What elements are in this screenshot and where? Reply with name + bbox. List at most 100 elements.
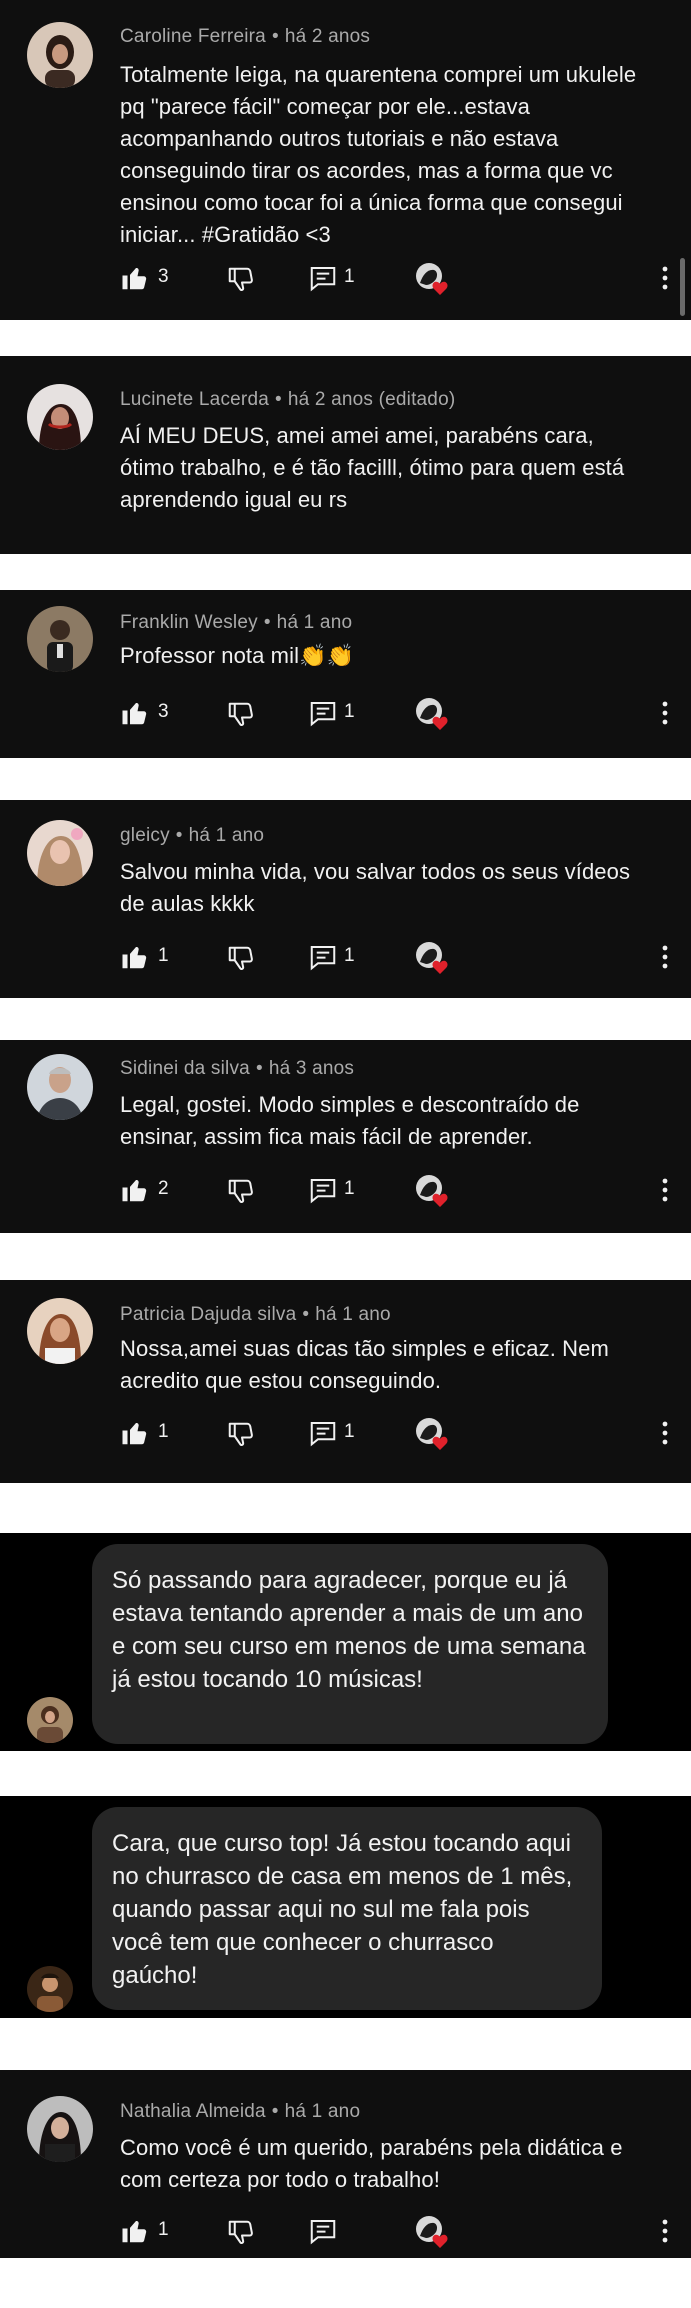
message-text: Só passando para agradecer, porque eu já… bbox=[112, 1567, 586, 1693]
creator-heart-icon bbox=[414, 696, 450, 732]
separator-dot: • bbox=[274, 389, 282, 410]
like-count: 1 bbox=[158, 1421, 169, 1442]
reply-count: 1 bbox=[344, 1178, 355, 1199]
thumbs-up-icon[interactable] bbox=[120, 1418, 150, 1448]
comment-time[interactable]: há 1 ano bbox=[315, 1304, 391, 1325]
reply-count: 1 bbox=[344, 945, 355, 966]
comment-actions: 2 1 bbox=[120, 1175, 680, 1211]
thumbs-up-icon[interactable] bbox=[120, 942, 150, 972]
thumbs-down-icon[interactable] bbox=[226, 1420, 256, 1450]
author-name[interactable]: Patricia Dajuda silva bbox=[120, 1304, 296, 1325]
message-card: Só passando para agradecer, porque eu já… bbox=[0, 1533, 691, 1751]
comment-meta: Franklin Wesley • há 1 ano bbox=[120, 612, 352, 634]
reply-icon[interactable] bbox=[308, 2216, 338, 2246]
comment-actions: 1 1 bbox=[120, 1418, 680, 1454]
comment-actions: 1 bbox=[120, 2216, 680, 2252]
like-count: 3 bbox=[158, 701, 169, 722]
author-name[interactable]: gleicy bbox=[120, 825, 170, 846]
thumbs-up-icon[interactable] bbox=[120, 2216, 150, 2246]
comment-meta: Caroline Ferreira • há 2 anos bbox=[120, 26, 370, 48]
comment-meta: Patricia Dajuda silva • há 1 ano bbox=[120, 1304, 391, 1326]
like-count: 1 bbox=[158, 945, 169, 966]
more-vertical-icon[interactable] bbox=[650, 1418, 670, 1448]
avatar[interactable] bbox=[27, 22, 93, 88]
comment-meta: Sidinei da silva • há 3 anos bbox=[120, 1058, 354, 1080]
author-name[interactable]: Sidinei da silva bbox=[120, 1058, 250, 1079]
comment-text: Salvou minha vida, vou salvar todos os s… bbox=[120, 859, 631, 916]
message-bubble: Só passando para agradecer, porque eu já… bbox=[92, 1544, 608, 1744]
avatar[interactable] bbox=[27, 606, 93, 672]
comment-actions: 3 1 bbox=[120, 698, 680, 734]
comment-time[interactable]: há 2 anos (editado) bbox=[288, 389, 456, 410]
comment-actions: 1 1 bbox=[120, 942, 680, 978]
reply-icon[interactable] bbox=[308, 942, 338, 972]
creator-heart-icon bbox=[414, 1173, 450, 1209]
thumbs-down-icon[interactable] bbox=[226, 2218, 256, 2248]
author-name[interactable]: Caroline Ferreira bbox=[120, 26, 266, 47]
comment-text: Como você é um querido, parabéns pela di… bbox=[120, 2135, 623, 2192]
thumbs-up-icon[interactable] bbox=[120, 698, 150, 728]
reply-count: 1 bbox=[344, 266, 355, 287]
comment-time[interactable]: há 1 ano bbox=[189, 825, 265, 846]
thumbs-down-icon[interactable] bbox=[226, 700, 256, 730]
avatar[interactable] bbox=[27, 1697, 73, 1743]
comment-card: Franklin Wesley • há 1 ano Professor nota … bbox=[0, 590, 691, 758]
separator-dot: • bbox=[175, 825, 183, 846]
separator-dot: • bbox=[255, 1058, 263, 1079]
comment-card: Caroline Ferreira • há 2 anos Totalmente l… bbox=[0, 0, 691, 320]
comment-time[interactable]: há 2 anos bbox=[285, 26, 370, 47]
separator-dot: • bbox=[263, 612, 271, 633]
reply-icon[interactable] bbox=[308, 698, 338, 728]
comment-time[interactable]: há 1 ano bbox=[285, 2101, 361, 2122]
reply-count: 1 bbox=[344, 701, 355, 722]
comment-meta: Nathalia Almeida • há 1 ano bbox=[120, 2101, 360, 2123]
avatar[interactable] bbox=[27, 1054, 93, 1120]
message-text: Cara, que curso top! Já estou tocando aq… bbox=[112, 1830, 573, 1989]
comment-card: Patricia Dajuda silva • há 1 ano Nossa,ame… bbox=[0, 1280, 691, 1483]
avatar[interactable] bbox=[27, 1966, 73, 2012]
reply-icon[interactable] bbox=[308, 1175, 338, 1205]
comment-meta: Lucinete Lacerda • há 2 anos (editado) bbox=[120, 389, 455, 411]
thumbs-up-icon[interactable] bbox=[120, 263, 150, 293]
reply-icon[interactable] bbox=[308, 263, 338, 293]
comment-card: Lucinete Lacerda • há 2 anos (editado) AÍ … bbox=[0, 356, 691, 554]
message-bubble: Cara, que curso top! Já estou tocando aq… bbox=[92, 1807, 602, 2010]
reply-icon[interactable] bbox=[308, 1418, 338, 1448]
more-vertical-icon[interactable] bbox=[650, 1175, 670, 1205]
comment-card: Sidinei da silva • há 3 anos Legal, gostei… bbox=[0, 1040, 691, 1233]
comment-text: Nossa,amei suas dicas tão simples e efic… bbox=[120, 1336, 609, 1393]
author-name[interactable]: Nathalia Almeida bbox=[120, 2101, 266, 2122]
thumbs-up-icon[interactable] bbox=[120, 1175, 150, 1205]
author-name[interactable]: Lucinete Lacerda bbox=[120, 389, 269, 410]
comment-text: Totalmente leiga, na quarentena comprei … bbox=[120, 62, 637, 247]
thumbs-down-icon[interactable] bbox=[226, 265, 256, 295]
creator-heart-icon bbox=[414, 1416, 450, 1452]
comment-text: AÍ MEU DEUS, amei amei amei, parabéns ca… bbox=[120, 423, 625, 512]
avatar[interactable] bbox=[27, 2096, 93, 2162]
like-count: 2 bbox=[158, 1178, 169, 1199]
like-count: 3 bbox=[158, 266, 169, 287]
more-vertical-icon[interactable] bbox=[650, 698, 670, 728]
reply-count: 1 bbox=[344, 1421, 355, 1442]
comment-text: Legal, gostei. Modo simples e descontraí… bbox=[120, 1092, 580, 1149]
comment-actions: 3 1 bbox=[120, 263, 680, 299]
more-vertical-icon[interactable] bbox=[650, 263, 670, 293]
separator-dot: • bbox=[271, 26, 279, 47]
comment-time[interactable]: há 3 anos bbox=[269, 1058, 354, 1079]
comment-time[interactable]: há 1 ano bbox=[277, 612, 353, 633]
avatar[interactable] bbox=[27, 384, 93, 450]
thumbs-down-icon[interactable] bbox=[226, 1177, 256, 1207]
more-vertical-icon[interactable] bbox=[650, 2216, 670, 2246]
author-name[interactable]: Franklin Wesley bbox=[120, 612, 258, 633]
scrollbar[interactable] bbox=[680, 258, 685, 316]
more-vertical-icon[interactable] bbox=[650, 942, 670, 972]
separator-dot: • bbox=[271, 2101, 279, 2122]
separator-dot: • bbox=[302, 1304, 310, 1325]
creator-heart-icon bbox=[414, 261, 450, 297]
comment-card: Nathalia Almeida • há 1 ano Como você é um… bbox=[0, 2070, 691, 2258]
message-card: Cara, que curso top! Já estou tocando aq… bbox=[0, 1796, 691, 2018]
avatar[interactable] bbox=[27, 1298, 93, 1364]
creator-heart-icon bbox=[414, 940, 450, 976]
avatar[interactable] bbox=[27, 820, 93, 886]
thumbs-down-icon[interactable] bbox=[226, 944, 256, 974]
